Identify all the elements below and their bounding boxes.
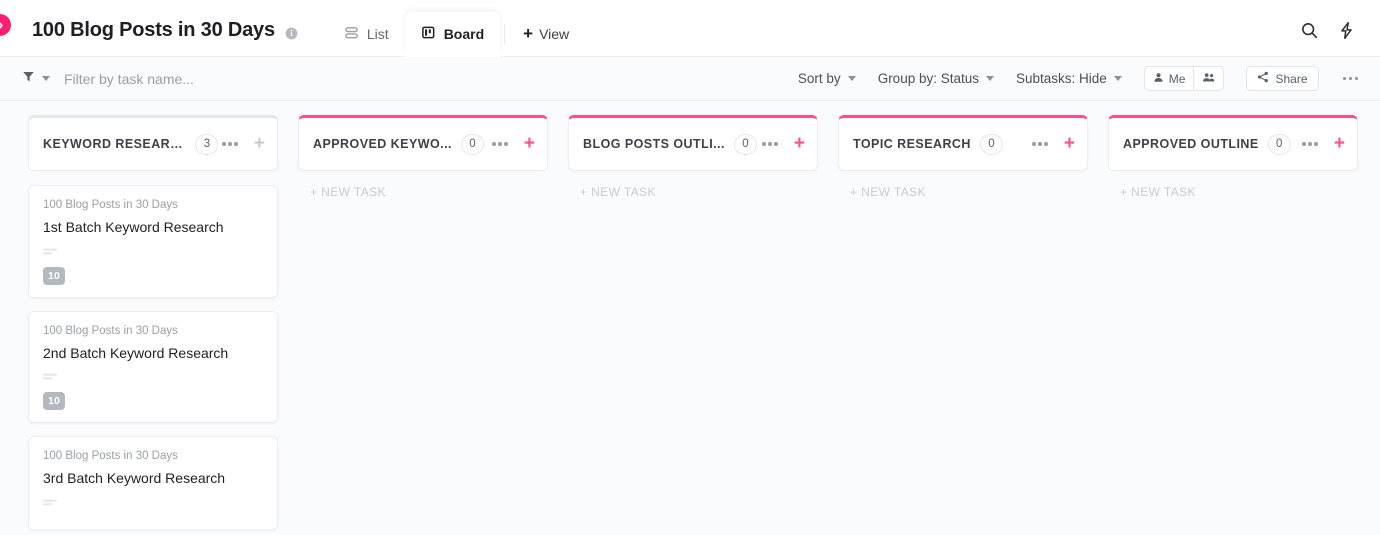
- share-label: Share: [1275, 71, 1308, 86]
- board-column: KEYWORD RESEARCH 3 + 100 Blog Posts in 3…: [28, 115, 278, 535]
- column-count: 0: [460, 133, 484, 155]
- top-bar: 100 Blog Posts in 30 Days List Board + V…: [0, 0, 1380, 57]
- add-view-button[interactable]: + View: [509, 25, 583, 56]
- chevron-down-icon: [986, 76, 994, 81]
- column-menu-icon[interactable]: [1298, 138, 1322, 150]
- me-filter-button[interactable]: Me: [1145, 67, 1194, 90]
- page-title: 100 Blog Posts in 30 Days: [32, 19, 275, 41]
- tab-board[interactable]: Board: [404, 12, 501, 57]
- column-body: + NEW TASK: [838, 171, 1088, 199]
- chevron-right-icon: [0, 21, 5, 30]
- chevron-down-icon: [1113, 76, 1122, 81]
- board-column: BLOG POSTS OUTLI... 0 + + NEW TASK: [568, 115, 818, 199]
- view-tabs: List Board + View: [328, 0, 583, 57]
- plus-icon: +: [523, 24, 534, 43]
- column-header[interactable]: APPROVED OUTLINE 0 +: [1108, 115, 1358, 171]
- column-title: APPROVED OUTLINE: [1123, 137, 1259, 151]
- column-title: BLOG POSTS OUTLI...: [583, 137, 725, 151]
- task-title: 3rd Batch Keyword Research: [43, 470, 226, 486]
- people-filter-button[interactable]: [1193, 67, 1223, 90]
- column-menu-icon[interactable]: [488, 138, 512, 150]
- sort-by-label: Sort by: [797, 71, 841, 86]
- description-icon: [43, 368, 263, 386]
- chevron-down-icon: [847, 76, 856, 81]
- search-icon[interactable]: [1300, 21, 1319, 40]
- column-menu-icon[interactable]: [218, 138, 242, 150]
- filter-task-name-input[interactable]: [64, 70, 324, 87]
- task-title: 2nd Batch Keyword Research: [43, 344, 229, 361]
- task-title: 1st Batch Keyword Research: [43, 219, 224, 235]
- column-title: APPROVED KEYWO...: [313, 137, 452, 151]
- board-column: APPROVED KEYWO... 0 + + NEW TASK: [298, 115, 548, 199]
- new-task-button[interactable]: + NEW TASK: [1108, 185, 1358, 199]
- clickup-board-app: 100 Blog Posts in 30 Days List Board + V…: [0, 0, 1380, 535]
- task-breadcrumb: 100 Blog Posts in 30 Days: [43, 324, 178, 337]
- share-icon: [1257, 71, 1269, 86]
- filter-caret-icon: [42, 76, 50, 81]
- description-icon: [43, 494, 263, 512]
- person-icon: [1153, 72, 1164, 86]
- task-breadcrumb: 100 Blog Posts in 30 Days: [43, 450, 178, 462]
- column-body: + NEW TASK: [298, 171, 548, 199]
- column-header[interactable]: KEYWORD RESEARCH 3 +: [28, 115, 278, 171]
- group-by-label: Group by: Status: [877, 71, 979, 86]
- group-by-button[interactable]: Group by: Status: [878, 71, 994, 86]
- column-add-task-icon[interactable]: +: [794, 134, 805, 155]
- task-card[interactable]: 100 Blog Posts in 30 Days 1st Batch Keyw…: [28, 185, 278, 298]
- board-columns: KEYWORD RESEARCH 3 + 100 Blog Posts in 3…: [0, 101, 1380, 535]
- list-view-icon: [344, 25, 359, 43]
- board-view-icon: [421, 25, 436, 43]
- new-task-button[interactable]: + NEW TASK: [568, 185, 818, 199]
- add-view-label: View: [539, 25, 570, 42]
- column-menu-icon[interactable]: [758, 138, 782, 150]
- task-badge: 10: [43, 392, 65, 410]
- people-icon: [1202, 72, 1215, 86]
- board-column: APPROVED OUTLINE 0 + + NEW TASK: [1108, 115, 1358, 199]
- column-header[interactable]: BLOG POSTS OUTLI... 0 +: [568, 115, 818, 171]
- column-count: 0: [1267, 133, 1291, 155]
- column-add-task-icon[interactable]: +: [254, 134, 265, 155]
- tab-divider: [504, 24, 506, 44]
- column-body: 100 Blog Posts in 30 Days 1st Batch Keyw…: [28, 171, 278, 535]
- column-count: 0: [733, 133, 757, 155]
- column-title: KEYWORD RESEARCH: [43, 137, 187, 151]
- subtasks-button[interactable]: Subtasks: Hide: [1016, 71, 1122, 86]
- board-toolbar: Sort by Group by: Status Subtasks: Hide: [0, 57, 1380, 101]
- info-icon[interactable]: [285, 27, 298, 56]
- column-header[interactable]: TOPIC RESEARCH 0 +: [838, 115, 1088, 171]
- task-card[interactable]: 100 Blog Posts in 30 Days 2nd Batch Keyw…: [28, 310, 278, 423]
- sort-by-button[interactable]: Sort by: [798, 71, 856, 86]
- assignee-filter-group: Me: [1143, 66, 1225, 91]
- share-button[interactable]: Share: [1246, 66, 1319, 91]
- toolbar-right-actions: Sort by Group by: Status Subtasks: Hide: [798, 66, 1360, 91]
- column-add-task-icon[interactable]: +: [524, 134, 535, 155]
- column-count: 3: [195, 133, 219, 155]
- new-task-button[interactable]: + NEW TASK: [298, 185, 548, 199]
- column-body: + NEW TASK: [568, 171, 818, 199]
- column-add-task-icon[interactable]: +: [1064, 134, 1075, 155]
- column-body: + NEW TASK: [1108, 171, 1358, 199]
- column-header[interactable]: APPROVED KEYWO... 0 +: [298, 115, 548, 171]
- new-task-button[interactable]: + NEW TASK: [838, 185, 1088, 199]
- more-horizontal-icon[interactable]: [1341, 73, 1361, 85]
- column-add-task-icon[interactable]: +: [1334, 134, 1345, 155]
- task-breadcrumb: 100 Blog Posts in 30 Days: [43, 199, 178, 211]
- task-card[interactable]: 100 Blog Posts in 30 Days 3rd Batch Keyw…: [28, 436, 278, 530]
- description-icon: [43, 243, 263, 261]
- task-badge: 10: [43, 266, 65, 285]
- filter-button[interactable]: [22, 70, 50, 88]
- sidebar-expand-button[interactable]: [0, 14, 11, 36]
- board-column: TOPIC RESEARCH 0 + + NEW TASK: [838, 115, 1088, 199]
- tab-list-label: List: [366, 26, 389, 42]
- column-title: TOPIC RESEARCH: [853, 137, 971, 151]
- me-filter-label: Me: [1168, 71, 1186, 86]
- lightning-bolt-icon[interactable]: [1337, 21, 1356, 40]
- filter-funnel-icon: [22, 70, 35, 88]
- column-menu-icon[interactable]: [1028, 138, 1052, 150]
- top-bar-actions: [1300, 21, 1380, 56]
- column-count: 0: [979, 133, 1003, 155]
- subtasks-label: Subtasks: Hide: [1016, 71, 1107, 86]
- tab-list[interactable]: List: [328, 12, 405, 56]
- tab-board-label: Board: [443, 26, 485, 42]
